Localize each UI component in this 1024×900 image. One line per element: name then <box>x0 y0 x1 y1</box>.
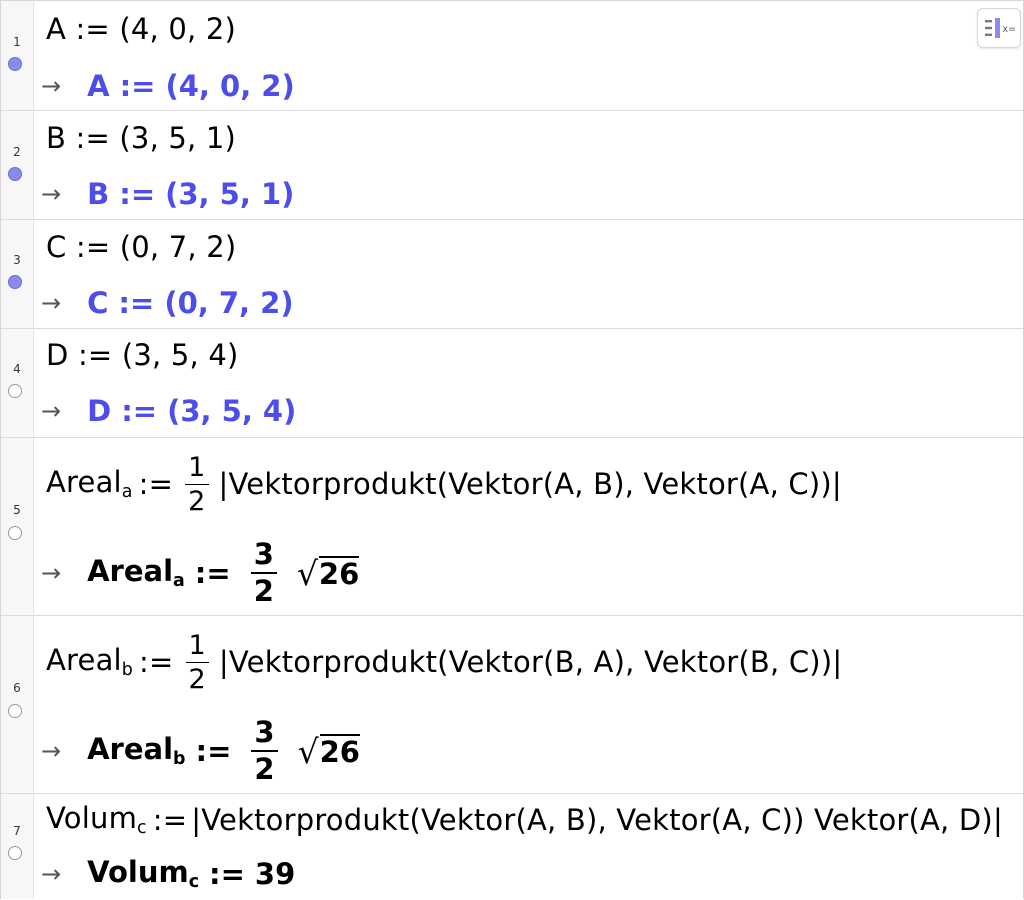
row-gutter <box>1 329 34 437</box>
output-arrow-icon: → <box>41 737 62 765</box>
output-cell: → Volumc := 39 <box>41 854 295 894</box>
output-value: (3, 5, 1) <box>165 177 295 211</box>
row-number: 5 <box>13 503 21 517</box>
toggle-label: x= <box>1003 24 1017 35</box>
visibility-toggle-icon[interactable] <box>8 526 22 540</box>
row-number: 4 <box>13 362 21 376</box>
output-value: (3, 5, 4) <box>167 394 297 428</box>
output-arrow-icon: → <box>41 397 62 425</box>
input-cell[interactable]: C := (0, 7, 2) <box>46 229 236 265</box>
input-assign: := <box>139 645 174 679</box>
cas-row[interactable]: 3 C := (0, 7, 2) → C := (0, 7, 2) <box>1 220 1023 329</box>
output-name: A <box>87 69 110 103</box>
visibility-toggle-icon[interactable] <box>8 846 22 860</box>
output-name: D <box>87 394 112 428</box>
output-arrow-icon: → <box>41 860 62 888</box>
row-number: 3 <box>13 253 21 267</box>
row-gutter <box>1 1 34 110</box>
keyboard-toggle-icon: x= <box>985 18 1017 38</box>
output-sqrt: √ 26 <box>296 553 360 593</box>
cas-row[interactable]: 6 Arealb := 1 2 |Vektorprodukt(Vektor(B,… <box>1 616 1023 794</box>
row-gutter <box>1 220 34 328</box>
row-number: 6 <box>13 681 21 695</box>
output-assign: := <box>195 734 232 768</box>
visibility-toggle-icon[interactable] <box>8 704 22 718</box>
input-assign: := <box>138 467 174 501</box>
input-name: Areala <box>46 465 133 503</box>
output-cell: → Arealb := 3 2 √ 26 <box>41 714 360 788</box>
cas-row[interactable]: 1 A := (4, 0, 2) → A := (4, 0, 2) <box>1 1 1023 111</box>
output-cell: → B := (3, 5, 1) <box>41 175 294 213</box>
output-cell: → C := (0, 7, 2) <box>41 284 294 322</box>
output-arrow-icon: → <box>41 72 62 100</box>
visibility-toggle-icon[interactable] <box>8 167 22 181</box>
output-value: (0, 7, 2) <box>164 286 294 320</box>
output-assign: := <box>119 69 156 103</box>
row-number: 2 <box>13 145 21 159</box>
row-gutter <box>1 111 34 219</box>
output-name: B <box>87 177 110 211</box>
output-assign: := <box>121 394 158 428</box>
cas-row[interactable]: 4 D := (3, 5, 4) → D := (3, 5, 4) <box>1 329 1023 438</box>
output-name: Volumc <box>87 855 200 893</box>
input-fraction: 1 2 <box>185 632 209 693</box>
keyboard-toggle-button[interactable]: x= <box>977 8 1021 48</box>
output-assign: := <box>209 857 245 891</box>
output-cell: → Areala := 3 2 √ 26 <box>41 536 360 610</box>
input-cell[interactable]: Arealb := 1 2 |Vektorprodukt(Vektor(B, A… <box>46 622 842 702</box>
cas-view: 1 A := (4, 0, 2) → A := (4, 0, 2) 2 B :=… <box>0 0 1024 899</box>
output-assign: := <box>119 177 156 211</box>
output-arrow-icon: → <box>41 559 62 587</box>
output-cell: → A := (4, 0, 2) <box>41 67 295 105</box>
output-value: (4, 0, 2) <box>165 69 295 103</box>
output-arrow-icon: → <box>41 289 62 317</box>
input-cell[interactable]: A := (4, 0, 2) <box>46 11 236 47</box>
output-assign: := <box>118 286 155 320</box>
output-value: 39 <box>254 857 296 891</box>
input-name: Volumc <box>46 801 147 839</box>
sqrt-icon: √ <box>297 731 319 771</box>
input-assign: := <box>152 803 188 837</box>
visibility-toggle-icon[interactable] <box>8 57 22 71</box>
input-cell[interactable]: Volumc := |Vektorprodukt(Vektor(A, B), V… <box>46 800 1003 840</box>
visibility-toggle-icon[interactable] <box>8 384 22 398</box>
input-cell[interactable]: B := (3, 5, 1) <box>46 120 236 156</box>
input-fraction: 1 2 <box>185 454 209 515</box>
output-fraction: 3 2 <box>250 540 277 606</box>
input-expression: |Vektorprodukt(Vektor(A, B), Vektor(A, C… <box>191 803 1003 837</box>
output-fraction: 3 2 <box>251 718 278 784</box>
cas-row[interactable]: 2 B := (3, 5, 1) → B := (3, 5, 1) <box>1 111 1023 220</box>
row-number: 7 <box>13 824 21 838</box>
sqrt-icon: √ <box>296 553 318 593</box>
output-name: C <box>87 286 109 320</box>
input-cell[interactable]: D := (3, 5, 4) <box>46 337 239 373</box>
output-name: Areala <box>87 554 185 592</box>
output-name: Arealb <box>87 732 186 770</box>
input-expression: |Vektorprodukt(Vektor(A, B), Vektor(A, C… <box>218 467 842 501</box>
input-name: Arealb <box>46 643 134 681</box>
cas-row[interactable]: 5 Areala := 1 2 |Vektorprodukt(Vektor(A,… <box>1 438 1023 616</box>
input-cell[interactable]: Areala := 1 2 |Vektorprodukt(Vektor(A, B… <box>46 444 842 524</box>
row-number: 1 <box>13 35 21 49</box>
cas-row[interactable]: 7 Volumc := |Vektorprodukt(Vektor(A, B),… <box>1 794 1023 899</box>
output-arrow-icon: → <box>41 180 62 208</box>
output-cell: → D := (3, 5, 4) <box>41 392 296 430</box>
input-expression: |Vektorprodukt(Vektor(B, A), Vektor(B, C… <box>218 645 843 679</box>
output-sqrt: √ 26 <box>297 731 360 771</box>
output-assign: := <box>194 556 231 590</box>
visibility-toggle-icon[interactable] <box>8 275 22 289</box>
